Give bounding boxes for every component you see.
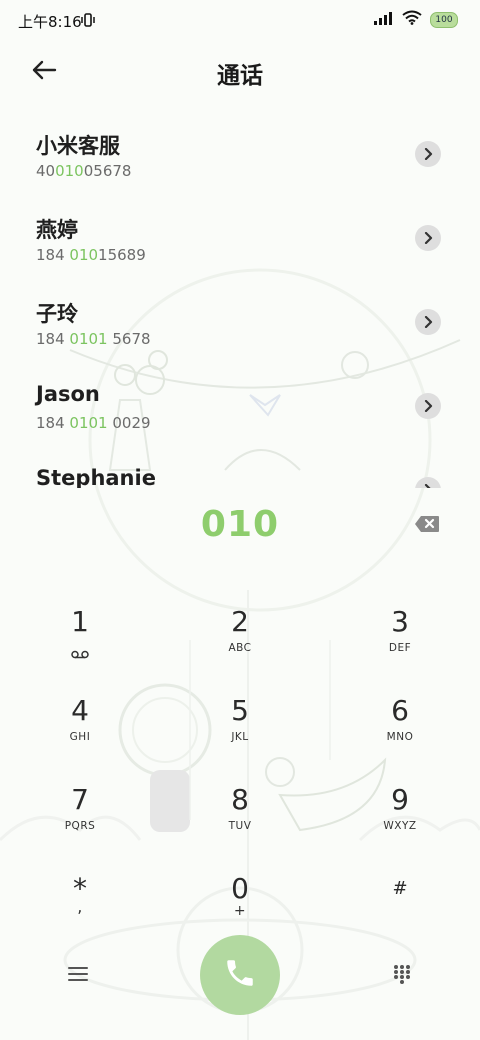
key-7[interactable]: 7 PQRS bbox=[20, 774, 140, 854]
key-4[interactable]: 4 GHI bbox=[20, 685, 140, 765]
contact-item[interactable]: 小米客服 4001005678 bbox=[0, 112, 480, 196]
key-2[interactable]: 2 ABC bbox=[180, 596, 300, 676]
contact-item[interactable]: 燕婷 184 01015689 bbox=[0, 196, 480, 280]
contact-name: Stephanie bbox=[36, 466, 156, 488]
dial-input-area: 010 bbox=[0, 488, 480, 568]
dialpad-icon bbox=[393, 964, 411, 988]
battery-indicator: 100 bbox=[430, 11, 458, 28]
contact-name: Jason bbox=[36, 382, 100, 406]
contact-item[interactable]: Stephanie bbox=[0, 448, 480, 488]
chevron-right-icon bbox=[423, 481, 433, 488]
key-9[interactable]: 9 WXYZ bbox=[340, 774, 460, 854]
contact-detail-button[interactable] bbox=[415, 393, 441, 419]
key-digit: 7 bbox=[71, 783, 89, 816]
contact-number: 4001005678 bbox=[36, 162, 132, 180]
chevron-right-icon bbox=[423, 229, 433, 248]
call-button[interactable] bbox=[200, 935, 280, 1015]
key-digit: 0 bbox=[231, 872, 249, 905]
status-bar: 上午8:16 100 bbox=[0, 0, 480, 40]
key-5[interactable]: 5 JKL bbox=[180, 685, 300, 765]
status-time: 上午8:16 bbox=[18, 13, 82, 31]
key-3[interactable]: 3 DEF bbox=[340, 596, 460, 676]
menu-button[interactable] bbox=[60, 958, 96, 994]
backspace-icon bbox=[414, 515, 440, 537]
contact-name: 子玲 bbox=[36, 302, 78, 326]
key-letters: TUV bbox=[228, 820, 252, 832]
key-digit: 5 bbox=[231, 694, 249, 727]
signal-icon bbox=[374, 10, 394, 29]
key-digit: # bbox=[392, 878, 408, 899]
contact-item[interactable]: Jason 184 0101 0029 bbox=[0, 364, 480, 448]
contact-number: 184 0101 5678 bbox=[36, 330, 151, 348]
key-letters: ABC bbox=[228, 642, 252, 654]
key-letters: JKL bbox=[231, 731, 249, 743]
key-hash[interactable]: # bbox=[340, 863, 460, 943]
contact-item[interactable]: 子玲 184 0101 5678 bbox=[0, 280, 480, 364]
menu-icon bbox=[68, 966, 88, 986]
key-letters: , bbox=[77, 897, 83, 916]
contact-name: 小米客服 bbox=[36, 134, 120, 158]
bottom-action-bar bbox=[0, 932, 480, 1022]
key-letters: DEF bbox=[388, 642, 412, 654]
key-digit: 2 bbox=[231, 605, 249, 638]
key-digit: 6 bbox=[391, 694, 409, 727]
key-letters: + bbox=[233, 903, 247, 919]
contact-detail-button[interactable] bbox=[415, 477, 441, 488]
chevron-right-icon bbox=[423, 145, 433, 164]
key-letters: WXYZ bbox=[383, 820, 417, 832]
key-letters: GHI bbox=[69, 731, 91, 743]
key-0[interactable]: 0 + bbox=[180, 863, 300, 943]
wifi-icon bbox=[402, 10, 422, 29]
contact-detail-button[interactable] bbox=[415, 309, 441, 335]
header: 通话 bbox=[0, 44, 480, 98]
contact-number: 184 0101 0029 bbox=[36, 414, 151, 432]
key-letters: PQRS bbox=[64, 820, 96, 832]
page-title: 通话 bbox=[217, 63, 263, 89]
contact-name: 燕婷 bbox=[36, 218, 78, 242]
key-6[interactable]: 6 MNO bbox=[340, 685, 460, 765]
vibrate-icon bbox=[81, 12, 95, 32]
contact-detail-button[interactable] bbox=[415, 225, 441, 251]
key-digit: 8 bbox=[231, 783, 249, 816]
key-digit: 1 bbox=[71, 605, 89, 638]
chevron-right-icon bbox=[423, 397, 433, 416]
key-8[interactable]: 8 TUV bbox=[180, 774, 300, 854]
key-star[interactable]: * , bbox=[20, 863, 140, 943]
dial-number-display[interactable]: 010 bbox=[0, 504, 480, 545]
phone-icon bbox=[223, 956, 257, 994]
key-digit: 9 bbox=[391, 783, 409, 816]
status-icons: 100 bbox=[374, 10, 458, 29]
key-digit: 3 bbox=[391, 605, 409, 638]
dial-keypad: 1 2 ABC 3 DEF 4 GHI 5 JKL 6 MNO 7 PQRS 8… bbox=[0, 576, 480, 932]
contact-number: 184 01015689 bbox=[36, 246, 146, 264]
key-digit: 4 bbox=[71, 694, 89, 727]
dialpad-toggle-button[interactable] bbox=[384, 958, 420, 994]
contact-detail-button[interactable] bbox=[415, 141, 441, 167]
contact-list: 小米客服 4001005678 燕婷 184 01015689 子玲 184 0… bbox=[0, 112, 480, 488]
key-letters: MNO bbox=[386, 731, 414, 743]
voicemail-icon bbox=[71, 644, 89, 663]
backspace-button[interactable] bbox=[410, 512, 444, 540]
key-1[interactable]: 1 bbox=[20, 596, 140, 676]
chevron-right-icon bbox=[423, 313, 433, 332]
